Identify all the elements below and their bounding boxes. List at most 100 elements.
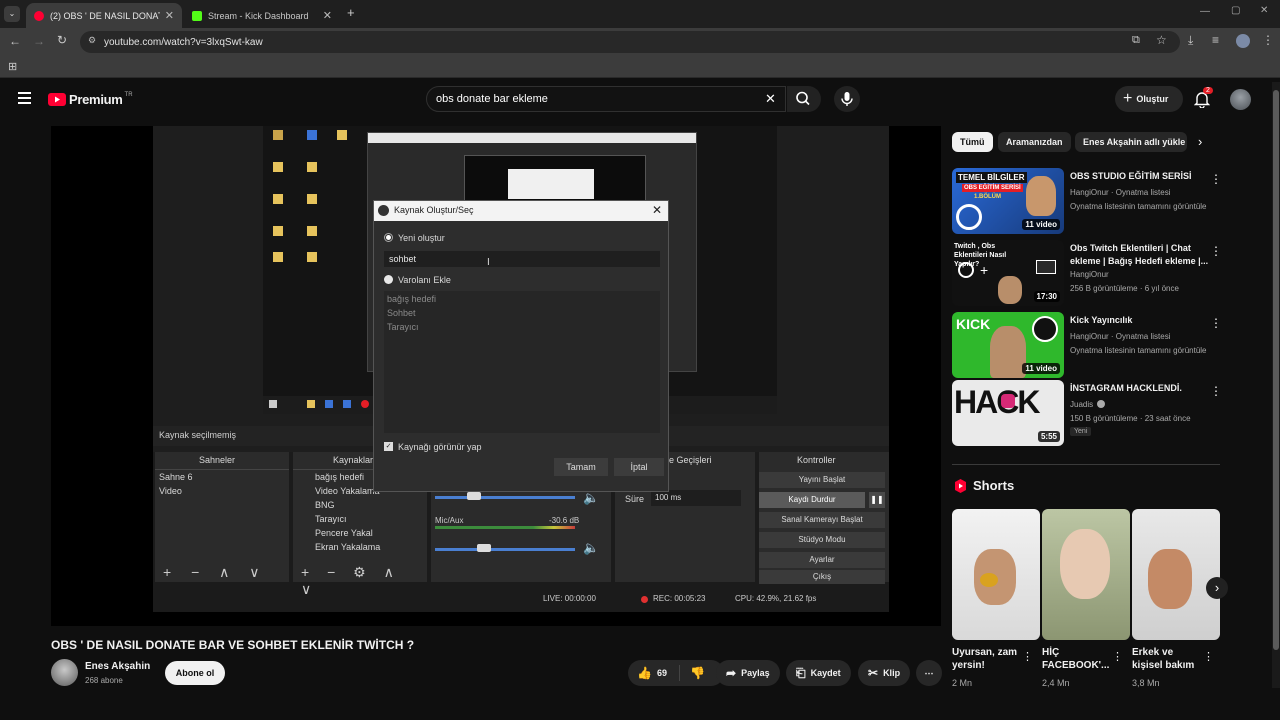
- like-button[interactable]: 👍 69: [628, 665, 680, 681]
- recommendation-item[interactable]: HACK 5:55 İNSTAGRAM HACKLENDİ. Juadis 15…: [952, 380, 1222, 446]
- short-thumbnail[interactable]: [1042, 509, 1130, 640]
- ok-button[interactable]: Tamam: [554, 458, 608, 476]
- profile-avatar[interactable]: [1236, 34, 1250, 48]
- tab-search-icon[interactable]: ⌄: [4, 6, 20, 22]
- browser-menu-icon[interactable]: ⋮: [1262, 33, 1274, 47]
- speaker-icon[interactable]: 🔈: [583, 540, 599, 556]
- create-button[interactable]: + Oluştur: [1115, 86, 1183, 112]
- scene-toolbar[interactable]: + − ∧ ∨: [163, 564, 268, 581]
- save-button[interactable]: ⎗ Kaydet: [786, 660, 851, 686]
- source-item[interactable]: Video Yakalama: [315, 486, 380, 496]
- stop-recording-button[interactable]: Kaydı Durdur: [759, 492, 865, 508]
- chip-from-search[interactable]: Aramanızdan: [998, 132, 1071, 152]
- source-toolbar[interactable]: + − ⚙ ∧ ∨: [301, 564, 427, 598]
- more-icon[interactable]: ⋮: [1210, 244, 1222, 258]
- short-title[interactable]: Uyursan, zam yersin!: [952, 646, 1022, 672]
- dialog-close-icon[interactable]: ✕: [652, 203, 662, 217]
- bookmark-star-icon[interactable]: ☆: [1156, 33, 1167, 47]
- recommendation-item[interactable]: KICK 11 video Kick Yayıncılık HangiOnur …: [952, 312, 1222, 378]
- download-icon[interactable]: ⤓: [1188, 33, 1193, 48]
- youtube-premium-logo[interactable]: Premium TR: [48, 92, 133, 107]
- scrollbar-thumb[interactable]: [1273, 90, 1279, 650]
- dislike-button[interactable]: 👎: [680, 666, 705, 680]
- virtual-camera-button[interactable]: Sanal Kamerayı Başlat: [759, 512, 885, 528]
- recommendation-item[interactable]: Twitch , Obs Eklentileri Nasıl Yapılır? …: [952, 240, 1222, 306]
- video-player[interactable]: Kaynak seçilmemiş Sahneler Sahne 6 Video…: [51, 126, 941, 626]
- recommendation-thumbnail[interactable]: TEMEL BİLGİLER OBS EĞİTİM SERİSİ 1.BÖLÜM…: [952, 168, 1064, 234]
- recommendation-thumbnail[interactable]: HACK 5:55: [952, 380, 1064, 446]
- existing-source-item[interactable]: bağış hedefi: [387, 294, 436, 304]
- video-title: OBS ' DE NASIL DONATE BAR VE SOHBET EKLE…: [51, 638, 415, 652]
- scene-item[interactable]: Video: [159, 486, 182, 496]
- duration-input[interactable]: 100 ms: [651, 490, 741, 506]
- share-button[interactable]: ➦ Paylaş: [716, 660, 780, 686]
- radio-new-icon[interactable]: [384, 233, 393, 242]
- more-icon[interactable]: ⋮: [1210, 384, 1222, 398]
- start-stream-button[interactable]: Yayını Başlat: [759, 472, 885, 488]
- existing-source-item[interactable]: Sohbet: [387, 308, 416, 318]
- scene-item[interactable]: Sahne 6: [159, 472, 193, 482]
- forward-icon[interactable]: →: [33, 34, 45, 48]
- radio-existing-icon[interactable]: [384, 275, 393, 284]
- more-icon[interactable]: ⋮: [1210, 316, 1222, 330]
- maximize-icon[interactable]: ▢: [1231, 5, 1240, 16]
- page-scrollbar[interactable]: [1272, 82, 1280, 688]
- clip-button[interactable]: ✂ Klip: [858, 660, 911, 686]
- more-icon[interactable]: ⋮: [1210, 172, 1222, 186]
- more-actions-button[interactable]: ⋯: [916, 660, 942, 686]
- divider: [952, 464, 1220, 465]
- more-icon[interactable]: ⋮: [1203, 650, 1214, 663]
- source-item[interactable]: Tarayıcı: [315, 514, 347, 524]
- short-thumbnail[interactable]: [952, 509, 1040, 640]
- source-item[interactable]: BNG: [315, 500, 335, 510]
- short-thumbnail[interactable]: [1132, 509, 1220, 640]
- url-input[interactable]: ⚙ youtube.com/watch?v=3lxqSwt-kaw ⧉ ☆: [80, 31, 1180, 53]
- search-button[interactable]: [787, 86, 821, 112]
- visible-checkbox[interactable]: ✓: [384, 442, 393, 451]
- shorts-next-icon[interactable]: ›: [1206, 577, 1228, 599]
- pause-recording-icon[interactable]: ❚❚: [869, 492, 885, 508]
- exit-button[interactable]: Çıkış: [759, 570, 885, 584]
- cancel-button[interactable]: İptal: [614, 458, 664, 476]
- notifications-button[interactable]: 2: [1194, 87, 1213, 108]
- close-tab-icon[interactable]: ✕: [165, 9, 174, 22]
- hamburger-menu-icon[interactable]: [18, 92, 31, 104]
- studio-mode-button[interactable]: Stüdyo Modu: [759, 532, 885, 548]
- more-icon[interactable]: ⋮: [1112, 650, 1123, 663]
- back-icon[interactable]: ←: [9, 34, 21, 48]
- cast-icon[interactable]: ⧉: [1132, 34, 1140, 47]
- recommendation-thumbnail[interactable]: KICK 11 video: [952, 312, 1064, 378]
- close-tab-icon[interactable]: ✕: [323, 9, 332, 22]
- tab-youtube[interactable]: (2) OBS ' DE NASIL DONATE BA ✕: [26, 3, 182, 28]
- account-avatar[interactable]: [1230, 89, 1251, 110]
- apps-grid-icon[interactable]: ⊞: [8, 60, 17, 73]
- reading-list-icon[interactable]: ≡: [1212, 33, 1219, 47]
- more-icon[interactable]: ⋮: [1022, 650, 1033, 663]
- new-source-name-input[interactable]: sohbet: [384, 251, 660, 267]
- reload-icon[interactable]: ↻: [57, 33, 67, 47]
- source-item[interactable]: Ekran Yakalama: [315, 542, 380, 552]
- new-tab-icon[interactable]: +: [347, 5, 355, 20]
- source-item[interactable]: bağış hedefi: [315, 472, 364, 482]
- existing-source-item[interactable]: Tarayıcı: [387, 322, 419, 332]
- tab-kick[interactable]: Stream - Kick Dashboard ✕: [184, 3, 340, 28]
- recommendation-item[interactable]: TEMEL BİLGİLER OBS EĞİTİM SERİSİ 1.BÖLÜM…: [952, 168, 1222, 234]
- minimize-icon[interactable]: —: [1200, 6, 1210, 17]
- short-title[interactable]: Erkek ve kişisel bakım: [1132, 646, 1202, 672]
- close-window-icon[interactable]: ✕: [1260, 5, 1268, 16]
- short-title[interactable]: HİÇ FACEBOOK'...: [1042, 646, 1112, 672]
- voice-search-button[interactable]: [834, 86, 860, 112]
- channel-name[interactable]: Enes Akşahin: [85, 661, 150, 672]
- recommendation-thumbnail[interactable]: Twitch , Obs Eklentileri Nasıl Yapılır? …: [952, 240, 1064, 306]
- source-item[interactable]: Pencere Yakalama: [315, 528, 373, 538]
- chip-uploads[interactable]: Enes Akşahin adlı yükle: [1075, 132, 1187, 152]
- settings-button[interactable]: Ayarlar: [759, 552, 885, 568]
- clear-search-icon[interactable]: ✕: [765, 91, 776, 107]
- chip-all[interactable]: Tümü: [952, 132, 993, 152]
- search-input[interactable]: obs donate bar ekleme ✕: [426, 86, 786, 112]
- subscribe-button[interactable]: Abone ol: [165, 661, 225, 685]
- speaker-icon[interactable]: 🔈: [583, 490, 599, 506]
- site-info-icon[interactable]: ⚙: [88, 35, 96, 46]
- channel-avatar[interactable]: [51, 659, 78, 686]
- chips-next-icon[interactable]: ›: [1198, 134, 1202, 149]
